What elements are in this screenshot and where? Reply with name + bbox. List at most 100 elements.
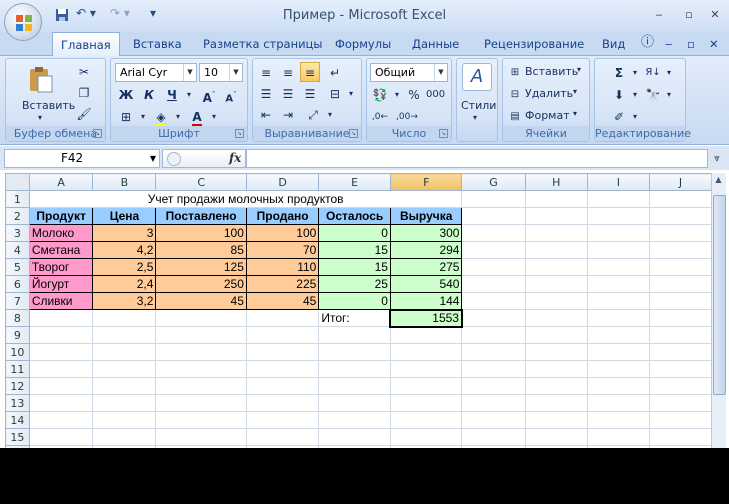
cell[interactable] xyxy=(524,258,588,276)
underline-dropdown-icon[interactable]: ▾ xyxy=(179,84,199,104)
product-cell[interactable]: Творог xyxy=(28,258,94,276)
cell[interactable] xyxy=(524,275,588,293)
tab-review[interactable]: Рецензирование xyxy=(484,32,584,56)
cell[interactable] xyxy=(155,428,247,446)
autosum-dropdown-icon[interactable]: ▾ xyxy=(625,62,645,82)
cell[interactable] xyxy=(155,394,247,412)
row-header[interactable]: 1 xyxy=(5,190,30,208)
header-cell[interactable]: Продукт xyxy=(28,207,94,225)
number-dialog-launcher[interactable]: ↘ xyxy=(439,129,448,138)
supplied-cell[interactable]: 125 xyxy=(155,258,247,276)
clipboard-dialog-launcher[interactable]: ↘ xyxy=(93,129,102,138)
cell[interactable] xyxy=(586,241,650,259)
row-header[interactable]: 12 xyxy=(5,377,30,395)
clear-dropdown-icon[interactable]: ▾ xyxy=(625,106,645,126)
increase-indent-icon[interactable]: ⇥ xyxy=(278,104,298,124)
cell[interactable] xyxy=(28,377,94,395)
price-cell[interactable]: 3 xyxy=(92,224,157,242)
cell[interactable] xyxy=(155,360,247,378)
cell[interactable] xyxy=(648,224,712,242)
paste-icon[interactable] xyxy=(26,65,56,95)
cell[interactable] xyxy=(524,309,588,327)
header-cell[interactable]: Поставлено xyxy=(155,207,247,225)
select-all-button[interactable] xyxy=(5,173,30,191)
cell[interactable] xyxy=(318,343,391,361)
cell[interactable] xyxy=(648,445,712,448)
cell[interactable] xyxy=(461,394,526,412)
cell[interactable] xyxy=(524,241,588,259)
header-cell[interactable]: Цена xyxy=(92,207,157,225)
cell[interactable] xyxy=(648,275,712,293)
format-cells-button[interactable]: Формат xyxy=(525,109,570,122)
total-value-cell[interactable]: 1553 xyxy=(389,308,463,328)
row-header[interactable]: 9 xyxy=(5,326,30,344)
cell[interactable] xyxy=(318,394,391,412)
column-header[interactable]: H xyxy=(524,173,588,191)
cell[interactable] xyxy=(648,394,712,412)
formula-input[interactable] xyxy=(246,149,708,168)
cell[interactable] xyxy=(648,411,712,429)
wrap-text-icon[interactable]: ↵ xyxy=(325,62,345,82)
column-header[interactable]: J xyxy=(648,173,712,191)
cell[interactable] xyxy=(586,360,650,378)
cell[interactable] xyxy=(155,377,247,395)
price-cell[interactable]: 2,5 xyxy=(92,258,157,276)
align-center-icon[interactable]: ☰ xyxy=(278,83,298,103)
cell[interactable] xyxy=(92,445,157,448)
cell[interactable] xyxy=(586,377,650,395)
row-header[interactable]: 14 xyxy=(5,411,30,429)
cell[interactable] xyxy=(586,258,650,276)
cell[interactable] xyxy=(524,411,588,429)
remaining-cell[interactable]: 0 xyxy=(318,292,391,310)
decrease-decimal-icon[interactable]: ,00→ xyxy=(395,106,418,126)
cell[interactable] xyxy=(586,309,650,327)
tab-page-layout[interactable]: Разметка страницы xyxy=(203,32,322,56)
insert-cells-button[interactable]: Вставить xyxy=(525,65,578,78)
remaining-cell[interactable]: 25 xyxy=(318,275,391,293)
cell[interactable] xyxy=(245,445,320,448)
cell[interactable] xyxy=(461,411,526,429)
cell[interactable] xyxy=(586,207,650,225)
maximize-button[interactable]: ▫ xyxy=(678,6,700,24)
cell[interactable] xyxy=(524,190,588,208)
cell[interactable] xyxy=(586,411,650,429)
cell[interactable] xyxy=(461,241,526,259)
cell[interactable] xyxy=(648,309,712,327)
cell[interactable] xyxy=(648,258,712,276)
cell[interactable] xyxy=(389,343,463,361)
cell[interactable] xyxy=(318,360,391,378)
column-header[interactable]: A xyxy=(28,173,94,191)
cell[interactable] xyxy=(389,326,463,344)
cell[interactable] xyxy=(92,343,157,361)
sold-cell[interactable]: 110 xyxy=(245,258,320,276)
resize-handle-icon[interactable] xyxy=(167,152,181,166)
cell[interactable] xyxy=(28,326,94,344)
cell[interactable] xyxy=(524,207,588,225)
align-bottom-icon[interactable]: ≡ xyxy=(300,62,320,82)
row-header[interactable]: 10 xyxy=(5,343,30,361)
row-header[interactable]: 5 xyxy=(5,258,30,276)
cell[interactable] xyxy=(648,428,712,446)
tab-formulas[interactable]: Формулы xyxy=(335,32,391,56)
product-cell[interactable]: Йогурт xyxy=(28,275,94,293)
sold-cell[interactable]: 100 xyxy=(245,224,320,242)
font-color-dropdown-icon[interactable]: ▾ xyxy=(204,106,224,126)
cell[interactable] xyxy=(28,394,94,412)
cell[interactable] xyxy=(92,309,157,327)
sort-dropdown-icon[interactable]: ▾ xyxy=(659,62,679,82)
row-header[interactable]: 16 xyxy=(5,445,30,448)
sold-cell[interactable]: 70 xyxy=(245,241,320,259)
cell[interactable] xyxy=(524,292,588,310)
column-header[interactable]: B xyxy=(92,173,157,191)
ribbon-close-button[interactable]: ✕ xyxy=(709,32,719,56)
cell[interactable] xyxy=(461,275,526,293)
cell[interactable] xyxy=(461,190,526,208)
cell[interactable] xyxy=(461,445,526,448)
row-header[interactable]: 4 xyxy=(5,241,30,259)
row-header[interactable]: 7 xyxy=(5,292,30,310)
delete-dropdown-icon[interactable]: ▾ xyxy=(573,87,577,96)
ribbon-restore-button[interactable]: ▫ xyxy=(687,32,695,56)
cell[interactable] xyxy=(245,411,320,429)
percent-icon[interactable]: % xyxy=(404,84,424,104)
cell[interactable] xyxy=(389,377,463,395)
